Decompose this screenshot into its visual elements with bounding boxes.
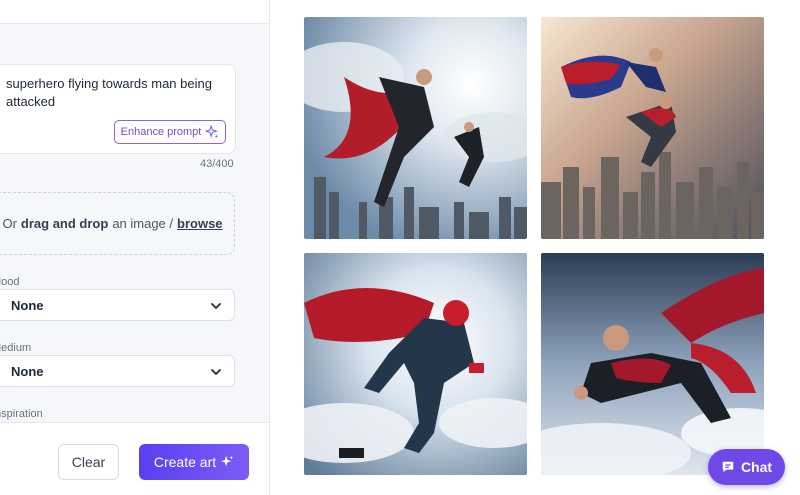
chevron-down-icon [211, 303, 221, 309]
prompt-input[interactable]: superhero flying towards man being attac… [0, 64, 236, 154]
dropzone-prefix: Or [2, 216, 17, 231]
clear-button[interactable]: Clear [58, 444, 119, 480]
mood-label: Mood [0, 276, 20, 288]
image-dropzone[interactable]: Or drag and drop an image / browse [0, 192, 235, 255]
generated-image-4[interactable] [541, 253, 764, 475]
browse-link[interactable]: browse [177, 216, 223, 231]
mood-value: None [11, 297, 44, 313]
create-art-label: Create art [153, 454, 217, 470]
enhance-prompt-label: Enhance prompt [120, 126, 202, 138]
medium-label: Medium [0, 342, 32, 354]
medium-value: None [11, 363, 44, 379]
dropzone-bold: drag and drop [20, 216, 109, 231]
mood-select[interactable]: None [0, 289, 235, 321]
enhance-prompt-button[interactable]: Enhance prompt [114, 120, 226, 144]
create-art-button[interactable]: Create art [139, 444, 249, 480]
medium-select[interactable]: None [0, 355, 235, 387]
generated-image-1[interactable] [304, 17, 527, 239]
char-count: 43/400 [200, 158, 234, 170]
dropzone-middle: an image / [112, 216, 174, 231]
generated-image-2[interactable] [541, 17, 764, 239]
inspiration-label: Inspiration [0, 408, 43, 420]
top-edge [0, 0, 269, 24]
prompt-text[interactable]: superhero flying towards man being attac… [6, 75, 221, 111]
chat-label: Chat [740, 459, 773, 475]
sparkle-icon [205, 125, 219, 139]
action-bar: Clear Create art [0, 422, 269, 495]
left-panel: superhero flying towards man being attac… [0, 0, 270, 495]
chevron-down-icon [211, 369, 221, 375]
chat-bubble-icon [722, 461, 734, 473]
sparkle-icon [221, 455, 234, 467]
chat-button[interactable]: Chat [708, 449, 785, 485]
generated-image-3[interactable] [304, 253, 527, 475]
